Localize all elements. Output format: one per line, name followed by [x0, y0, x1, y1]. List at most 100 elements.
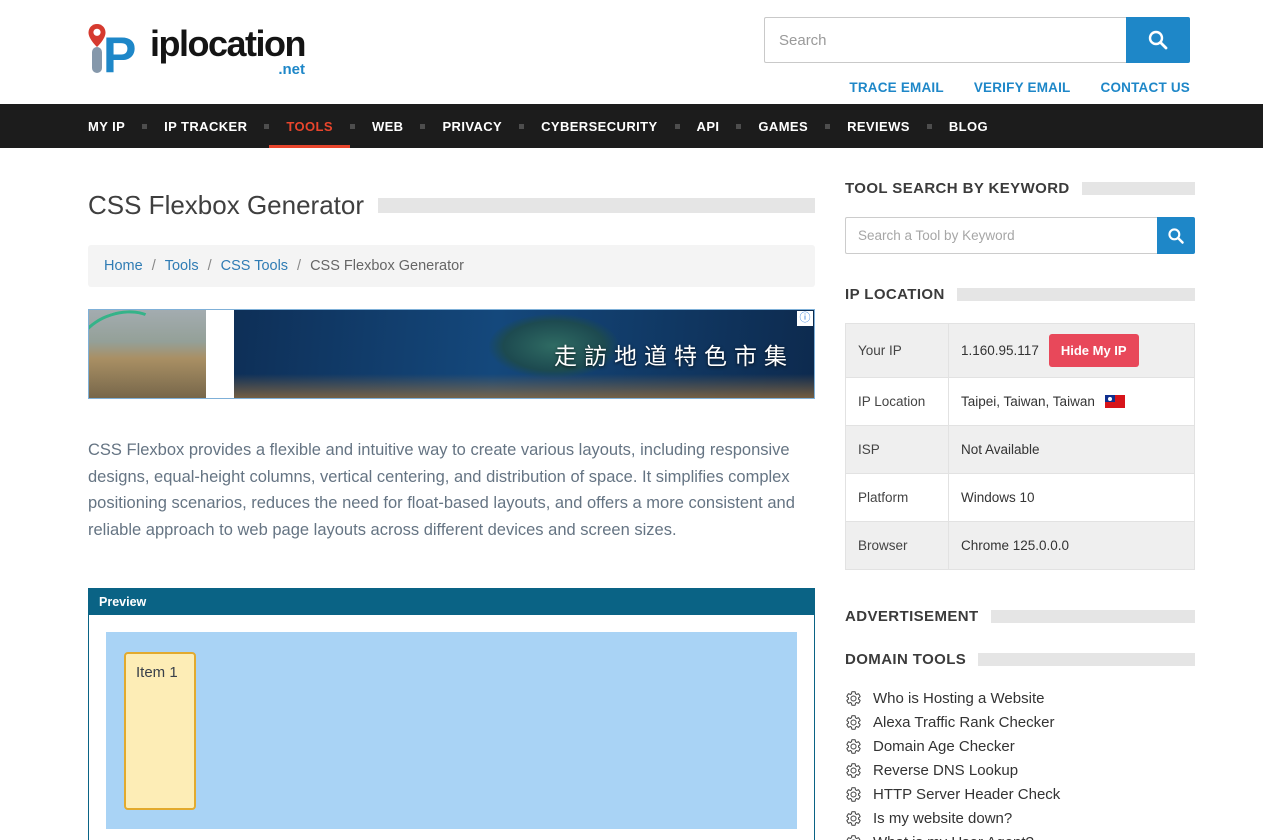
nav-item-reviews[interactable]: REVIEWS — [830, 104, 927, 148]
ip-row-label: Your IP — [846, 324, 949, 377]
preview-panel-header: Preview — [89, 589, 814, 615]
verify-email-link[interactable]: VERIFY EMAIL — [974, 80, 1071, 95]
breadcrumb-css-tools[interactable]: CSS Tools — [221, 258, 288, 274]
domain-tool-link-hosting[interactable]: Who is Hosting a Website — [845, 690, 1195, 707]
content: CSS Flexbox Generator Home / Tools / CSS… — [0, 148, 1263, 840]
logo[interactable]: P iplocation .net — [88, 22, 305, 82]
hide-my-ip-button[interactable]: Hide My IP — [1049, 334, 1139, 367]
main-nav: MY IP IP TRACKER TOOLS WEB PRIVACY CYBER… — [0, 104, 1263, 148]
breadcrumb: Home / Tools / CSS Tools / CSS Flexbox G… — [88, 245, 815, 287]
domain-tool-label: Reverse DNS Lookup — [873, 762, 1018, 779]
breadcrumb-home[interactable]: Home — [104, 258, 143, 274]
table-row: Your IP 1.160.95.117 Hide My IP — [846, 324, 1194, 378]
nav-item-games[interactable]: GAMES — [741, 104, 825, 148]
domain-tool-link-alexa-rank[interactable]: Alexa Traffic Rank Checker — [845, 714, 1195, 731]
ip-row-value: Chrome 125.0.0.0 — [949, 522, 1194, 569]
main-column: CSS Flexbox Generator Home / Tools / CSS… — [88, 176, 815, 840]
nav-item-my-ip[interactable]: MY IP — [71, 104, 142, 148]
gear-icon — [845, 762, 862, 779]
domain-tool-link-user-agent[interactable]: What is my User Agent? — [845, 834, 1195, 840]
domain-tools-list: Who is Hosting a Website Alexa Traffic R… — [845, 690, 1195, 840]
ip-location-heading-row: IP LOCATION — [845, 286, 1195, 303]
ip-location-value: Taipei, Taiwan, Taiwan — [961, 394, 1095, 409]
ip-location-table: Your IP 1.160.95.117 Hide My IP IP Locat… — [845, 323, 1195, 570]
breadcrumb-tools[interactable]: Tools — [165, 258, 199, 274]
ip-row-value: Windows 10 — [949, 474, 1194, 521]
nav-item-privacy[interactable]: PRIVACY — [425, 104, 519, 148]
page-title: CSS Flexbox Generator — [88, 190, 364, 221]
domain-tool-link-http-header[interactable]: HTTP Server Header Check — [845, 786, 1195, 803]
heading-decorative-bar — [957, 288, 1195, 301]
ip-row-value: Taipei, Taiwan, Taiwan — [949, 378, 1194, 425]
site-header: P iplocation .net TRACE EMAIL VERIFY EMA… — [0, 0, 1263, 104]
logo-word: iplocation — [150, 26, 305, 62]
preview-panel: Preview Item 1 — [88, 588, 815, 840]
gear-icon — [845, 810, 862, 827]
breadcrumb-separator: / — [208, 258, 212, 274]
domain-tool-link-website-down[interactable]: Is my website down? — [845, 810, 1195, 827]
browser-value: Chrome 125.0.0.0 — [961, 538, 1069, 553]
gear-icon — [845, 690, 862, 707]
ip-row-label: ISP — [846, 426, 949, 473]
tool-search-button[interactable] — [1157, 217, 1195, 254]
gear-icon — [845, 738, 862, 755]
search-icon — [1147, 29, 1169, 51]
tool-search-input[interactable] — [845, 217, 1157, 254]
gear-icon — [845, 786, 862, 803]
logo-pin-icon: P — [88, 22, 146, 82]
ip-row-label: Browser — [846, 522, 949, 569]
domain-tool-link-domain-age[interactable]: Domain Age Checker — [845, 738, 1195, 755]
ip-row-value: Not Available — [949, 426, 1194, 473]
site-search-button[interactable] — [1126, 17, 1190, 63]
gear-icon — [845, 714, 862, 731]
advertisement-heading: ADVERTISEMENT — [845, 608, 979, 625]
table-row: IP Location Taipei, Taiwan, Taiwan — [846, 378, 1194, 426]
title-decorative-bar — [378, 198, 815, 213]
trace-email-link[interactable]: TRACE EMAIL — [849, 80, 943, 95]
nav-item-blog[interactable]: BLOG — [932, 104, 1005, 148]
contact-us-link[interactable]: CONTACT US — [1101, 80, 1191, 95]
ip-row-label: Platform — [846, 474, 949, 521]
nav-item-web[interactable]: WEB — [355, 104, 421, 148]
nav-item-tools[interactable]: TOOLS — [269, 104, 350, 148]
breadcrumb-separator: / — [152, 258, 156, 274]
nav-item-ip-tracker[interactable]: IP TRACKER — [147, 104, 264, 148]
site-search-input[interactable] — [764, 17, 1126, 63]
ip-row-value: 1.160.95.117 Hide My IP — [949, 324, 1194, 377]
site-search — [764, 17, 1190, 63]
table-row: Browser Chrome 125.0.0.0 — [846, 522, 1194, 569]
ad-info-icon[interactable]: ⓘ — [797, 311, 813, 326]
preview-panel-body: Item 1 — [89, 615, 814, 840]
header-right: TRACE EMAIL VERIFY EMAIL CONTACT US — [764, 9, 1190, 95]
domain-tool-label: What is my User Agent? — [873, 834, 1034, 840]
isp-value: Not Available — [961, 442, 1040, 457]
heading-decorative-bar — [978, 653, 1195, 666]
domain-tool-label: Is my website down? — [873, 810, 1012, 827]
tool-search-heading-row: TOOL SEARCH BY KEYWORD — [845, 180, 1195, 197]
ad-banner[interactable]: 走訪地道特色市集 ⓘ — [88, 309, 815, 399]
breadcrumb-separator: / — [297, 258, 301, 274]
sidebar: TOOL SEARCH BY KEYWORD IP LOCATION Your … — [845, 176, 1195, 840]
flex-preview-item[interactable]: Item 1 — [124, 652, 196, 810]
flex-preview-container: Item 1 — [106, 632, 797, 829]
your-ip-value: 1.160.95.117 — [961, 343, 1039, 358]
header-links: TRACE EMAIL VERIFY EMAIL CONTACT US — [849, 80, 1190, 95]
taiwan-flag-icon — [1105, 395, 1125, 408]
domain-tools-heading-row: DOMAIN TOOLS — [845, 651, 1195, 668]
advertisement-heading-row: ADVERTISEMENT — [845, 608, 1195, 625]
gear-icon — [845, 834, 862, 840]
ip-location-heading: IP LOCATION — [845, 286, 945, 303]
table-row: ISP Not Available — [846, 426, 1194, 474]
ad-text: 走訪地道特色市集 — [554, 337, 814, 371]
nav-item-cybersecurity[interactable]: CYBERSECURITY — [524, 104, 674, 148]
title-row: CSS Flexbox Generator — [88, 190, 815, 221]
page-description: CSS Flexbox provides a flexible and intu… — [88, 437, 815, 544]
nav-item-api[interactable]: API — [680, 104, 737, 148]
table-row: Platform Windows 10 — [846, 474, 1194, 522]
domain-tool-label: Alexa Traffic Rank Checker — [873, 714, 1054, 731]
platform-value: Windows 10 — [961, 490, 1035, 505]
domain-tools-heading: DOMAIN TOOLS — [845, 651, 966, 668]
logo-text: iplocation .net — [150, 26, 305, 78]
domain-tool-label: Who is Hosting a Website — [873, 690, 1044, 707]
domain-tool-link-reverse-dns[interactable]: Reverse DNS Lookup — [845, 762, 1195, 779]
